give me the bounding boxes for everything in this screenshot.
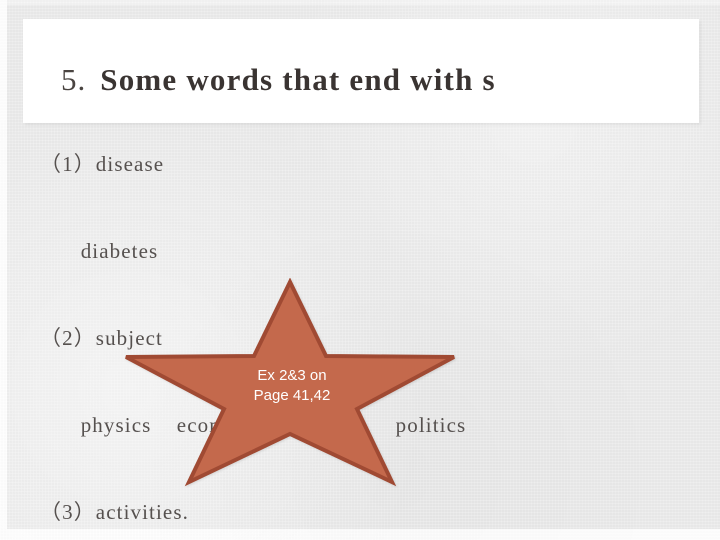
body-line: （1）disease: [40, 152, 165, 176]
star-label-line-2: Page 41,42: [253, 387, 331, 404]
body-line: （3）activities.: [40, 500, 189, 524]
star-label-line-1: Ex 2&3 on: [257, 367, 327, 384]
star-callout: Ex 2&3 on Page 41,42: [120, 278, 464, 490]
slide-top-edge: [0, 0, 720, 5]
body-line: diabetes: [68, 239, 159, 263]
star-label: Ex 2&3 on Page 41,42: [120, 366, 464, 406]
slide-canvas: 5. Some words that end with s （1）disease …: [0, 0, 720, 540]
slide-left-edge: [0, 0, 7, 540]
